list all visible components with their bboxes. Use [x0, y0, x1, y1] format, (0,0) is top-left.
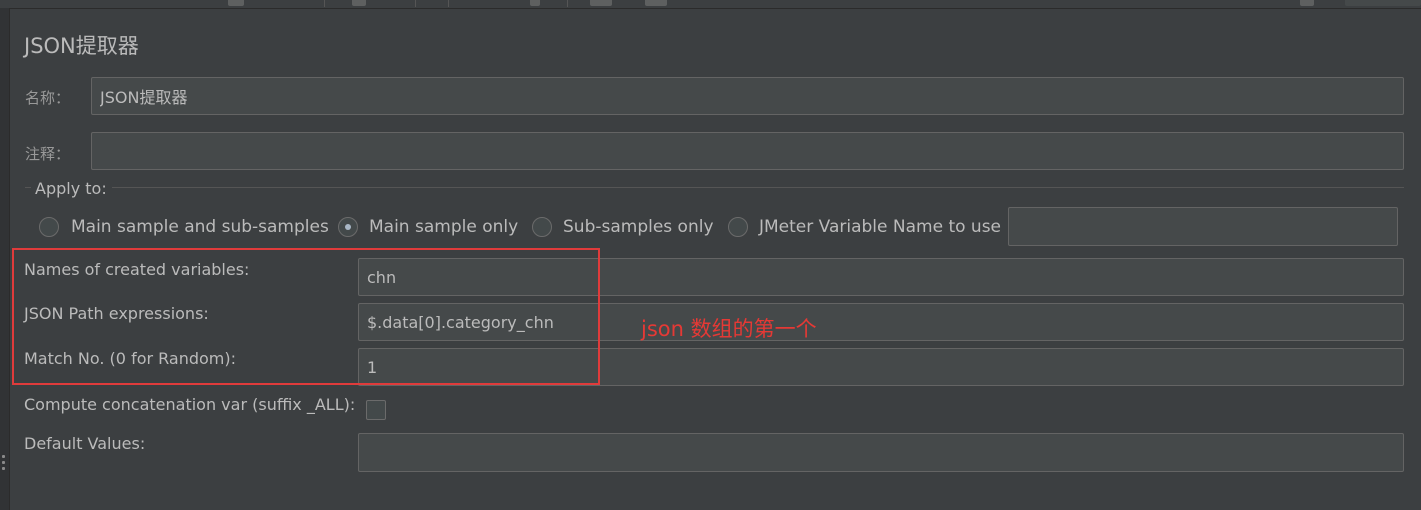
compute-concatenation-checkbox[interactable]: [366, 400, 386, 420]
left-splitter[interactable]: [0, 8, 10, 510]
toolbar-separator: [448, 0, 449, 7]
name-label: 名称：: [25, 89, 71, 107]
toolbar-icon[interactable]: [228, 0, 244, 6]
radio-sub-only-label[interactable]: Sub-samples only: [563, 217, 714, 237]
toolbar-icon[interactable]: [1300, 0, 1314, 6]
radio-main-only[interactable]: [338, 217, 358, 237]
comment-label: 注释：: [25, 145, 71, 163]
jmeter-variable-name-field[interactable]: [1008, 207, 1398, 246]
comment-field[interactable]: [91, 132, 1404, 170]
group-border: [25, 187, 31, 188]
radio-sub-only[interactable]: [532, 217, 552, 237]
toolbar-icon[interactable]: [352, 0, 366, 6]
default-values-label: Default Values:: [24, 434, 146, 453]
grip-dot: [2, 455, 5, 458]
toolbar-separator: [415, 0, 416, 7]
compute-concatenation-label: Compute concatenation var (suffix _ALL):: [24, 395, 356, 414]
apply-to-legend: Apply to:: [35, 179, 107, 198]
name-field[interactable]: [91, 77, 1404, 115]
toolbar-icon[interactable]: [645, 0, 667, 6]
radio-main-only-label[interactable]: Main sample only: [369, 217, 518, 237]
radio-jmeter-variable[interactable]: [728, 217, 748, 237]
radio-jmeter-variable-label[interactable]: JMeter Variable Name to use: [759, 217, 1001, 237]
toolbar-icon[interactable]: [530, 0, 540, 6]
group-border: [112, 187, 1404, 188]
radio-main-and-sub-label[interactable]: Main sample and sub-samples: [71, 217, 329, 237]
default-values-field[interactable]: [358, 433, 1404, 472]
toolbar-separator: [324, 0, 325, 7]
annotation-text: json 数组的第一个: [641, 317, 817, 341]
grip-dot: [2, 461, 5, 464]
grip-dot: [2, 467, 5, 470]
toolbar-strip: [0, 0, 1421, 9]
toolbar-separator: [567, 0, 568, 7]
radio-main-and-sub[interactable]: [39, 217, 59, 237]
panel-title: JSON提取器: [24, 34, 139, 58]
annotation-highlight-box: [12, 248, 600, 385]
toolbar-icon[interactable]: [590, 0, 612, 6]
toolbar-search-box[interactable]: [1345, 0, 1421, 6]
